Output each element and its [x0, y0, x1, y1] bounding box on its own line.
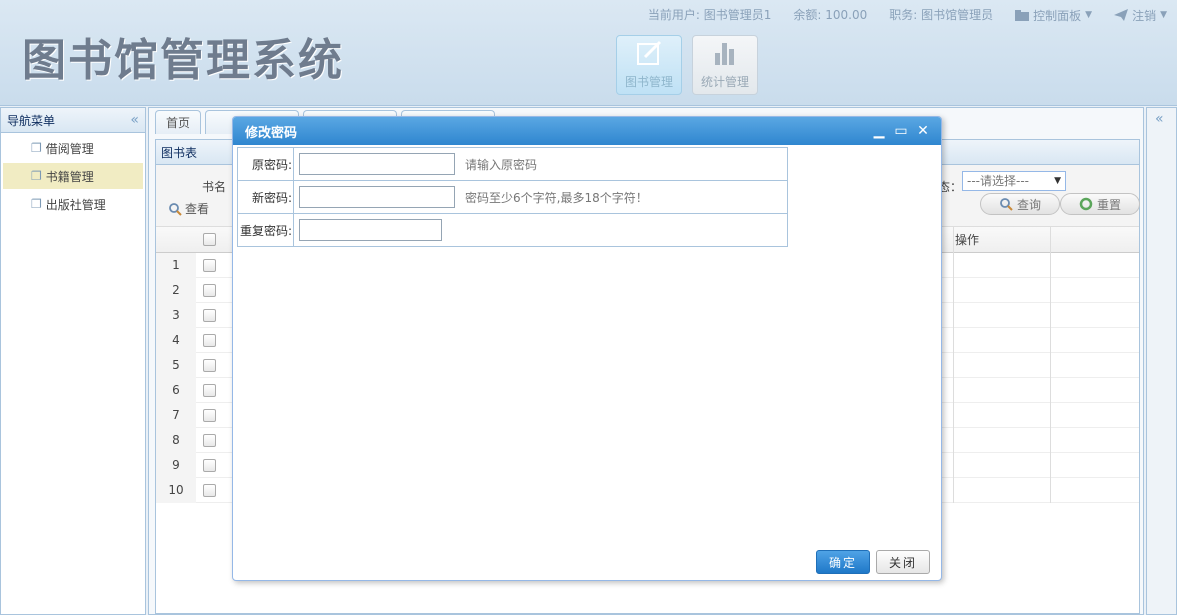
row-checkbox[interactable]: [203, 384, 216, 397]
row-checkbox[interactable]: [203, 484, 216, 497]
new-password-input[interactable]: [299, 186, 455, 208]
refresh-icon: [1079, 197, 1093, 211]
row-number: 6: [156, 378, 196, 403]
row-checkbox[interactable]: [203, 359, 216, 372]
row-operation-cell: [953, 378, 1051, 403]
close-button[interactable]: 关闭: [876, 550, 930, 574]
password-form: 原密码: 请输入原密码 新密码: 密码至少6个字符,最多18个字符！ 重复密码:: [237, 147, 788, 247]
book-name-label: 书名: [202, 180, 227, 194]
caret-down-icon: ▼: [1085, 10, 1093, 20]
status-select[interactable]: ---请选择--- ▼: [962, 171, 1066, 191]
current-user: 当前用户: 图书管理员1: [647, 8, 772, 22]
select-all-checkbox[interactable]: [203, 233, 216, 246]
nav-item-borrow[interactable]: ❐ 借阅管理: [1, 135, 145, 161]
user-info-bar: 当前用户: 图书管理员1 余额: 100.00 职务: 图书馆管理员 控制面板 …: [648, 6, 1167, 24]
row-checkbox[interactable]: [203, 459, 216, 472]
nav-item-books[interactable]: ❐ 书籍管理: [3, 163, 143, 189]
col-operation: 操作: [953, 227, 1051, 253]
row-number: 2: [156, 278, 196, 303]
app-header: 图书馆管理系统 当前用户: 图书管理员1 余额: 100.00 职务: 图书馆管…: [0, 0, 1177, 106]
row-operation-cell: [953, 303, 1051, 328]
old-password-label: 原密码:: [237, 147, 294, 181]
row-checkbox[interactable]: [203, 434, 216, 447]
row-number: 1: [156, 253, 196, 278]
confirm-button[interactable]: 确定: [816, 550, 870, 574]
page-icon: ❐: [31, 169, 42, 183]
old-password-hint: 请输入原密码: [465, 157, 538, 172]
new-password-label: 新密码:: [237, 180, 294, 214]
dialog-title: 修改密码: [245, 125, 298, 141]
change-password-dialog: 修改密码 ▁ ▭ ✕ 原密码: 请输入原密码 新密码: 密码至少6个字符,最多1…: [232, 116, 942, 581]
folder-icon: [1015, 9, 1030, 21]
collapse-left-icon[interactable]: «: [130, 112, 139, 128]
module-tiles: 图书管理 统计管理: [616, 35, 758, 95]
close-icon[interactable]: ✕: [915, 123, 931, 139]
row-checkbox[interactable]: [203, 409, 216, 422]
control-panel-menu[interactable]: 控制面板 ▼: [1015, 6, 1092, 24]
page-icon: ❐: [31, 141, 42, 155]
row-operation-cell: [953, 478, 1051, 503]
dialog-controls: ▁ ▭ ✕: [871, 123, 931, 139]
nav-item-publisher[interactable]: ❐ 出版社管理: [1, 191, 145, 217]
bar-chart-icon: [715, 43, 734, 65]
row-operation-cell: [953, 403, 1051, 428]
row-operation-cell: [953, 453, 1051, 478]
new-password-hint: 密码至少6个字符,最多18个字符！: [465, 190, 648, 205]
search-icon: [1000, 198, 1013, 211]
app-logo: 图书馆管理系统: [22, 35, 344, 86]
tab-home[interactable]: 首页: [155, 110, 202, 134]
row-operation-cell: [953, 353, 1051, 378]
row-operation-cell: [953, 428, 1051, 453]
logout-menu[interactable]: 注销 ▼: [1114, 6, 1167, 24]
row-number: 7: [156, 403, 196, 428]
maximize-icon[interactable]: ▭: [893, 123, 909, 139]
role: 职务: 图书馆管理员: [889, 8, 994, 22]
row-operation-cell: [953, 328, 1051, 353]
reset-button[interactable]: 重置: [1060, 193, 1140, 215]
row-operation-cell: [953, 278, 1051, 303]
row-operation-cell: [953, 253, 1051, 278]
minimize-icon[interactable]: ▁: [871, 123, 887, 139]
query-button[interactable]: 查询: [980, 193, 1060, 215]
send-icon: [1114, 9, 1129, 21]
row-checkbox[interactable]: [203, 259, 216, 272]
row-number: 5: [156, 353, 196, 378]
left-navigation: 导航菜单 « ❐ 借阅管理 ❐ 书籍管理 ❐ 出版社管理: [0, 107, 146, 615]
nav-title: 导航菜单: [7, 113, 56, 128]
row-checkbox[interactable]: [203, 284, 216, 297]
dialog-header: 修改密码 ▁ ▭ ✕: [233, 117, 941, 145]
row-checkbox[interactable]: [203, 334, 216, 347]
row-checkbox[interactable]: [203, 309, 216, 322]
row-number: 9: [156, 453, 196, 478]
repeat-password-input[interactable]: [299, 219, 442, 241]
edit-icon: [637, 40, 662, 65]
tile-statistics[interactable]: 统计管理: [692, 35, 758, 95]
page-icon: ❐: [31, 197, 42, 211]
balance: 余额: 100.00: [793, 8, 868, 22]
search-icon: [169, 202, 182, 216]
row-number: 10: [156, 478, 196, 503]
tile-book-management[interactable]: 图书管理: [616, 35, 682, 95]
row-number: 8: [156, 428, 196, 453]
row-number: 4: [156, 328, 196, 353]
row-number: 3: [156, 303, 196, 328]
dropdown-arrow-icon: ▼: [1054, 176, 1061, 186]
right-panel: «: [1146, 107, 1177, 615]
expand-right-icon[interactable]: «: [1155, 111, 1164, 127]
nav-panel-header: 导航菜单 «: [1, 108, 145, 133]
repeat-password-label: 重复密码:: [237, 213, 294, 247]
view-button[interactable]: 查看: [168, 200, 209, 217]
old-password-input[interactable]: [299, 153, 455, 175]
caret-down-icon: ▼: [1160, 10, 1167, 20]
